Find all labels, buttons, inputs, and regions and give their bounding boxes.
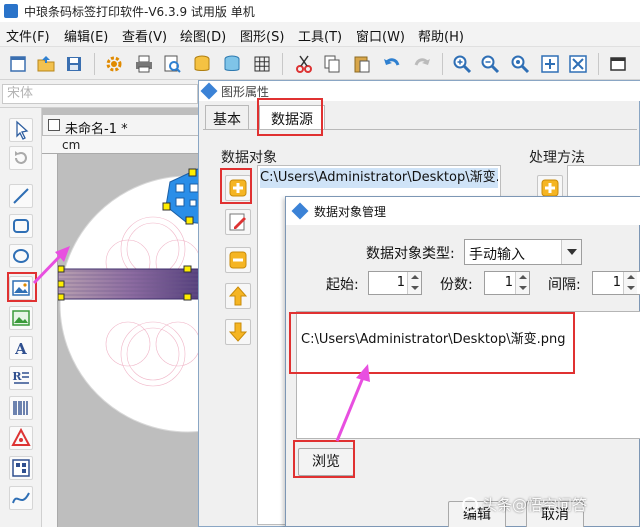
qrcode-icon[interactable] (9, 426, 33, 450)
data-object-dialog: 数据对象管理 数据对象类型: 手动输入 起始: 1 份数: 1 间隔: 1 C:… (285, 196, 640, 527)
data-object-label: 数据对象 (221, 150, 277, 166)
menu-help[interactable]: 帮助(H) (418, 26, 464, 45)
drawing-toolbar: A R (0, 108, 42, 527)
watermark: 头条@悟空问答 (462, 494, 587, 515)
interval-spin-arrows[interactable] (623, 272, 637, 294)
file-path-textarea[interactable]: C:\Users\Administrator\Desktop\渐变.png (296, 311, 640, 439)
menu-bar: 文件(F) 编辑(E) 查看(V) 绘图(D) 图形(S) 工具(T) 窗口(W… (0, 22, 640, 46)
copies-value: 1 (504, 275, 513, 290)
image-icon[interactable] (9, 276, 33, 300)
interval-value: 1 (612, 275, 621, 290)
horizontal-ruler: cm (42, 136, 207, 154)
text-icon[interactable]: A (9, 336, 33, 360)
tab-data-source[interactable]: 数据源 (259, 105, 325, 129)
tab-divider (203, 129, 637, 130)
pointer-icon[interactable] (9, 118, 33, 142)
menu-tools[interactable]: 工具(T) (298, 26, 342, 45)
dialog-app-icon (200, 82, 218, 100)
fit-page-icon[interactable] (540, 54, 560, 74)
start-label: 起始: (326, 277, 359, 293)
svg-text:A: A (14, 340, 27, 358)
barcode-icon[interactable] (9, 396, 33, 420)
copies-label: 份数: (440, 277, 473, 293)
list-item[interactable]: C:\Users\Administrator\Desktop\渐变.p (260, 168, 498, 188)
grid-icon[interactable] (252, 54, 272, 74)
dialog-title: 图形属性 (221, 85, 270, 99)
data-type-label: 数据对象类型: (366, 246, 455, 262)
file-path-text: C:\Users\Administrator\Desktop\渐变.png (301, 332, 566, 347)
chevron-down-icon[interactable] (561, 240, 581, 264)
actual-size-icon[interactable] (568, 54, 588, 74)
data-dialog-titlebar: 数据对象管理 (286, 197, 640, 225)
paste-icon[interactable] (352, 54, 372, 74)
print-preview-icon[interactable] (162, 54, 182, 74)
move-up-icon[interactable] (225, 283, 251, 309)
interval-label: 间隔: (548, 277, 581, 293)
tab-basic[interactable]: 基本 (205, 105, 249, 129)
window-title: 中琅条码标签打印软件-V6.3.9 试用版 单机 (24, 5, 255, 19)
copy-icon[interactable] (322, 54, 342, 74)
data-type-value: 手动输入 (469, 247, 525, 263)
curve-icon[interactable] (9, 486, 33, 510)
data-type-select[interactable]: 手动输入 (464, 239, 582, 265)
browse-button[interactable]: 浏览 (298, 448, 354, 476)
dialog-titlebar: 图形属性 (199, 81, 640, 101)
watermark-icon (462, 497, 478, 513)
add-icon[interactable] (225, 175, 251, 201)
picture-icon[interactable] (9, 306, 33, 330)
cut-icon[interactable] (294, 54, 314, 74)
menu-file[interactable]: 文件(F) (6, 26, 50, 45)
menu-shape[interactable]: 图形(S) (240, 26, 284, 45)
zoom-fit-icon[interactable] (510, 54, 530, 74)
menu-view[interactable]: 查看(V) (122, 26, 167, 45)
menu-window[interactable]: 窗口(W) (356, 26, 405, 45)
window-icon[interactable] (608, 54, 628, 74)
menu-edit[interactable]: 编辑(E) (64, 26, 108, 45)
watermark-text: 头条@悟空问答 (482, 496, 588, 514)
app-icon (4, 4, 18, 18)
save-icon[interactable] (64, 54, 84, 74)
database-icon[interactable] (192, 54, 212, 74)
line-icon[interactable] (9, 184, 33, 208)
settings-icon[interactable] (104, 54, 124, 74)
start-value: 1 (396, 275, 405, 290)
database-connect-icon[interactable] (222, 54, 242, 74)
start-stepper[interactable]: 1 (368, 271, 422, 295)
svg-text:R: R (12, 370, 22, 383)
main-toolbar (0, 46, 640, 80)
shape-icon[interactable] (9, 456, 33, 480)
start-spin-arrows[interactable] (407, 272, 421, 294)
copies-spin-arrows[interactable] (515, 272, 529, 294)
copies-stepper[interactable]: 1 (484, 271, 530, 295)
document-tab[interactable]: 未命名-1 * (42, 114, 202, 137)
edit-icon[interactable] (225, 209, 251, 235)
document-icon (48, 119, 60, 131)
redo-icon[interactable] (412, 54, 432, 74)
ruler-unit-label: cm (62, 138, 81, 152)
label-canvas[interactable] (58, 154, 207, 527)
print-icon[interactable] (134, 54, 154, 74)
ellipse-icon[interactable] (9, 244, 33, 268)
interval-stepper[interactable]: 1 (592, 271, 640, 295)
zoom-in-icon[interactable] (452, 54, 472, 74)
data-dialog-title: 数据对象管理 (314, 205, 387, 219)
data-dialog-icon (291, 202, 309, 220)
remove-icon[interactable] (225, 247, 251, 273)
vertical-ruler (42, 154, 58, 527)
rich-text-icon[interactable]: R (9, 366, 33, 390)
menu-draw[interactable]: 绘图(D) (180, 26, 226, 45)
title-bar: 中琅条码标签打印软件-V6.3.9 试用版 单机 (0, 0, 640, 22)
rotate-icon[interactable] (9, 146, 33, 170)
open-icon[interactable] (36, 54, 56, 74)
processing-method-label: 处理方法 (529, 150, 585, 166)
zoom-out-icon[interactable] (480, 54, 500, 74)
new-icon[interactable] (8, 54, 28, 74)
font-name-field[interactable]: 宋体 (2, 84, 198, 104)
undo-icon[interactable] (382, 54, 402, 74)
document-tab-label: 未命名-1 * (65, 122, 128, 137)
rectangle-icon[interactable] (9, 214, 33, 238)
move-down-icon[interactable] (225, 319, 251, 345)
canvas-area: 未命名-1 * cm (42, 108, 207, 527)
